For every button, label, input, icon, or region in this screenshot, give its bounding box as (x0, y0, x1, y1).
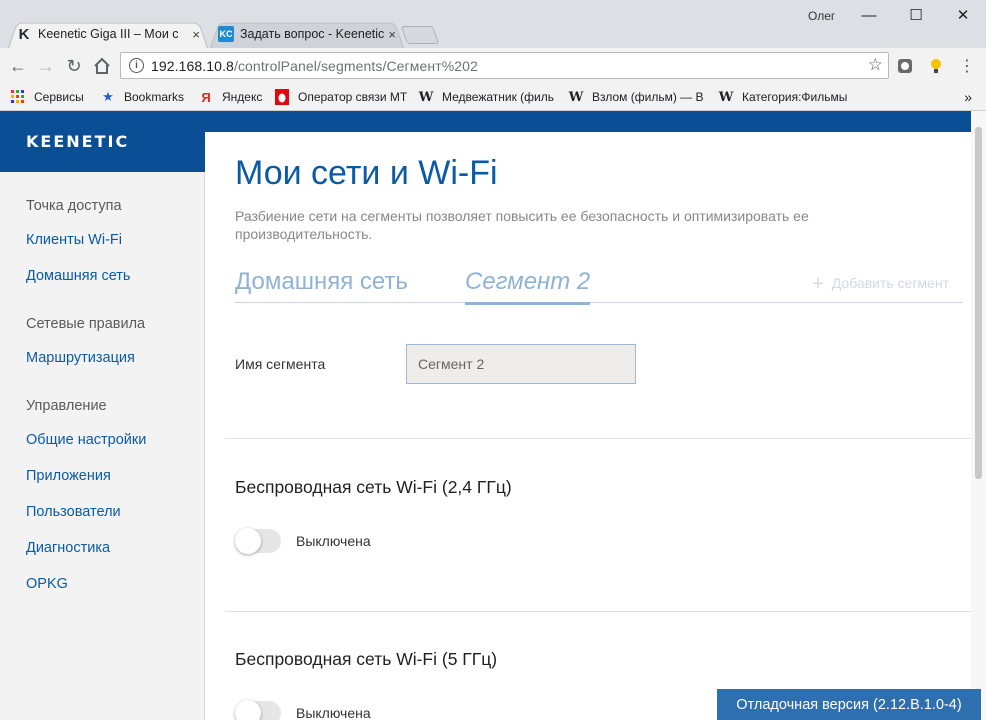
wikipedia-icon: W (568, 89, 584, 105)
maximize-icon[interactable]: ☐ (893, 4, 939, 26)
bookmark-label: Категория:Фильмы (742, 90, 848, 104)
wikipedia-icon: W (718, 89, 734, 105)
wifi-5-state: Выключена (296, 705, 371, 720)
bookmarks-bar: Сервисы ★ Bookmarks Я Яндекс Оператор св… (0, 84, 986, 111)
back-arrow-icon[interactable]: ← (6, 54, 30, 78)
bookmark-label: Взлом (фильм) — В (592, 90, 704, 104)
sidebar-item-routing[interactable]: Маршрутизация (26, 350, 135, 366)
wifi-24-toggle[interactable] (235, 528, 281, 554)
bookmarks-overflow-icon[interactable]: » (964, 89, 972, 105)
sidebar-item-opkg[interactable]: OPKG (26, 576, 68, 592)
reload-icon[interactable]: ↻ (62, 54, 86, 78)
close-window-icon[interactable]: ✕ (940, 4, 986, 26)
address-bar[interactable]: i 192.168.10.8/controlPanel/segments/Сег… (120, 52, 889, 79)
star-icon: ★ (102, 89, 114, 104)
wifi-5-toggle[interactable] (235, 700, 281, 720)
page-description: Разбиение сети на сегменты позволяет пов… (235, 208, 809, 242)
keenetic-favicon-icon: K (18, 25, 30, 43)
segment-name-label: Имя сегмента (235, 356, 326, 372)
sidebar-item-diagnostics[interactable]: Диагностика (26, 540, 110, 556)
sidebar-item-users[interactable]: Пользователи (26, 504, 121, 520)
segment-name-input[interactable] (406, 344, 636, 384)
bookmark-label: Оператор связи МТ (298, 90, 408, 104)
bookmark-yandex[interactable]: Я Яндекс (198, 89, 274, 105)
add-segment-button[interactable]: + Добавить сегмент (812, 273, 949, 296)
toggle-knob (235, 700, 261, 720)
bookmark-wiki-2[interactable]: W Взлом (фильм) — В (568, 89, 718, 105)
logo-block: KEENETIC (0, 111, 205, 172)
bookmark-wiki-3[interactable]: W Категория:Фильмы (718, 89, 858, 105)
tab-close-icon[interactable]: × (192, 27, 200, 42)
browser-tab[interactable]: KC Задать вопрос - Keenetic × (210, 20, 404, 48)
page-viewport: KEENETIC Точка доступа Клиенты Wi-Fi Дом… (0, 111, 986, 720)
section-divider (225, 611, 971, 612)
wifi-24-title: Беспроводная сеть Wi-Fi (2,4 ГГц) (235, 477, 512, 497)
tab-title: Задать вопрос - Keenetic (240, 27, 385, 41)
minimize-icon[interactable]: — (846, 4, 892, 26)
sidebar-item-applications[interactable]: Приложения (26, 468, 111, 484)
plus-icon: + (812, 273, 824, 295)
tab-title: Keenetic Giga III – Мои с (38, 27, 179, 41)
lightbulb-extension-icon[interactable] (927, 57, 945, 75)
tab-segment-2[interactable]: Сегмент 2 (465, 268, 591, 305)
main-content: Мои сети и Wi-Fi Разбиение сети на сегме… (205, 132, 971, 720)
bookmark-label: Bookmarks (124, 90, 185, 104)
bookmark-star-icon[interactable]: ☆ (868, 55, 883, 75)
tab-close-icon[interactable]: × (388, 27, 396, 42)
wikipedia-icon: W (418, 89, 434, 105)
browser-tab-active[interactable]: K Keenetic Giga III – Мои с × (8, 20, 208, 48)
browser-titlebar: K Keenetic Giga III – Мои с × KC Задать … (0, 0, 986, 48)
tab-home-network[interactable]: Домашняя сеть (235, 268, 408, 302)
bookmark-label: Яндекс (222, 90, 263, 104)
url-host: 192.168.10.8 (151, 57, 234, 74)
scrollbar-thumb[interactable] (975, 127, 982, 479)
bookmark-services[interactable]: Сервисы (10, 89, 100, 105)
url-path: /controlPanel/segments/Сегмент%202 (233, 57, 478, 74)
keenetic-community-favicon-icon: KC (218, 26, 234, 42)
profile-name[interactable]: Олег (808, 9, 835, 23)
browser-toolbar: ← → ↻ i 192.168.10.8/controlPanel/segmen… (0, 48, 986, 84)
new-tab-button[interactable] (400, 26, 440, 44)
bookmark-bookmarks[interactable]: ★ Bookmarks (100, 89, 198, 105)
toggle-knob (235, 528, 261, 554)
home-icon[interactable] (90, 54, 114, 78)
yandex-icon: Я (201, 89, 211, 105)
wifi-5-title: Беспроводная сеть Wi-Fi (5 ГГц) (235, 649, 498, 669)
sidebar-group-management: Управление (26, 398, 107, 414)
sidebar: KEENETIC Точка доступа Клиенты Wi-Fi Дом… (0, 111, 205, 720)
mts-icon (274, 89, 290, 105)
sidebar-item-general-settings[interactable]: Общие настройки (26, 432, 146, 448)
wifi-24-state: Выключена (296, 533, 371, 549)
sidebar-item-wifi-clients[interactable]: Клиенты Wi-Fi (26, 232, 122, 248)
bookmark-mts[interactable]: Оператор связи МТ (274, 89, 418, 105)
info-icon[interactable]: i (129, 58, 144, 73)
section-divider (225, 438, 971, 439)
bookmark-label: Медвежатник (филь (442, 90, 554, 104)
sidebar-item-home-network[interactable]: Домашняя сеть (26, 268, 130, 284)
menu-dots-icon[interactable]: ⋮ (958, 57, 976, 75)
forward-arrow-icon[interactable]: → (34, 54, 58, 78)
extension-icon[interactable] (896, 57, 914, 75)
bookmark-wiki-1[interactable]: W Медвежатник (филь (418, 89, 568, 105)
apps-grid-icon (10, 89, 26, 105)
segment-tabs: Домашняя сеть Сегмент 2 + Добавить сегмен… (235, 268, 963, 305)
sidebar-group-access-point: Точка доступа (26, 198, 122, 214)
debug-version-badge: Отладочная версия (2.12.B.1.0-4) (717, 689, 981, 720)
page-title: Мои сети и Wi-Fi (235, 154, 498, 192)
bookmark-label: Сервисы (34, 90, 84, 104)
add-segment-label: Добавить сегмент (831, 275, 949, 291)
sidebar-group-network-rules: Сетевые правила (26, 316, 146, 332)
keenetic-logo[interactable]: KEENETIC (26, 132, 129, 151)
page-scrollbar[interactable] (971, 111, 986, 720)
url-text: 192.168.10.8/controlPanel/segments/Сегме… (151, 58, 478, 74)
